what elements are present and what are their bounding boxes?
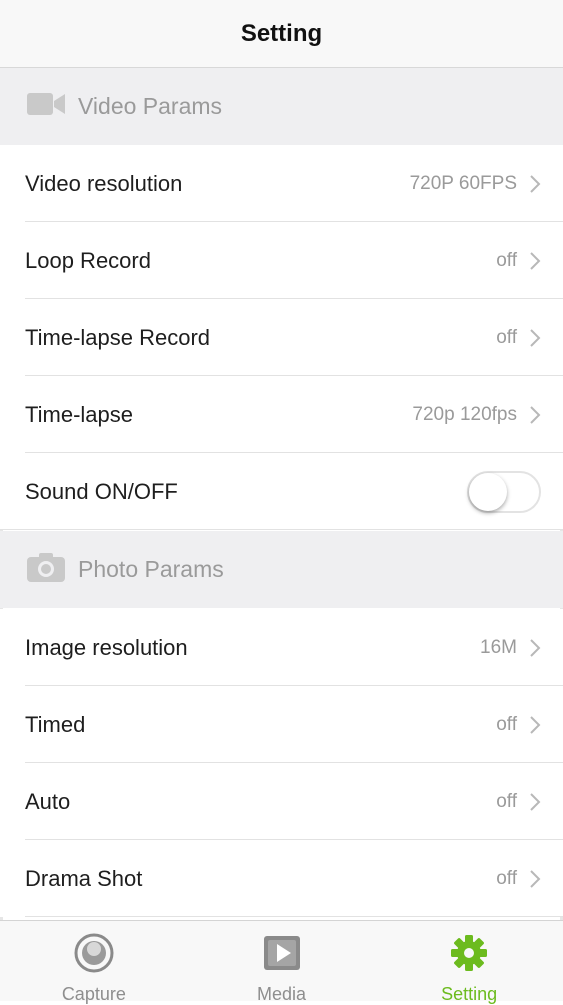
row-value: 720p 120fps xyxy=(412,403,517,425)
row-label: Timed xyxy=(25,711,86,737)
setting-row-time-lapse[interactable]: Time-lapse 720p 120fps xyxy=(0,376,563,453)
setting-row-sound: Sound ON/OFF xyxy=(0,453,563,530)
section-title: Video Params xyxy=(78,93,223,119)
row-value: off xyxy=(496,867,517,889)
camera-icon xyxy=(26,551,66,588)
row-value: off xyxy=(496,249,517,271)
video-camera-icon xyxy=(26,89,66,124)
row-value: 16M xyxy=(480,636,517,658)
row-label: Auto xyxy=(25,788,71,814)
chevron-right-icon xyxy=(530,792,541,811)
row-label: Video resolution xyxy=(25,170,183,196)
setting-row-time-lapse-record[interactable]: Time-lapse Record off xyxy=(0,299,563,376)
row-label: Time-lapse Record xyxy=(25,324,211,350)
row-label: Time-lapse xyxy=(25,401,133,427)
chevron-right-icon xyxy=(530,251,541,270)
page-title: Setting xyxy=(240,19,323,47)
tab-label: Capture xyxy=(61,984,126,1004)
setting-row-drama-shot[interactable]: Drama Shot off xyxy=(0,840,563,917)
chevron-right-icon xyxy=(530,174,541,193)
capture-icon xyxy=(74,933,114,978)
setting-row-image-resolution[interactable]: Image resolution 16M xyxy=(0,609,563,686)
row-value: 720P 60FPS xyxy=(409,172,517,194)
setting-row-auto[interactable]: Auto off xyxy=(0,763,563,840)
media-play-icon xyxy=(262,933,302,978)
tab-bar: Capture Media Setting xyxy=(0,920,563,1004)
section-header-photo-params: Photo Params xyxy=(0,531,563,608)
setting-row-timed[interactable]: Timed off xyxy=(0,686,563,763)
row-value: off xyxy=(496,713,517,735)
row-value: off xyxy=(496,790,517,812)
gear-icon xyxy=(449,933,489,978)
toggle-knob xyxy=(469,472,507,511)
row-label: Sound ON/OFF xyxy=(25,478,178,504)
setting-row-loop-record[interactable]: Loop Record off xyxy=(0,222,563,299)
tab-media[interactable]: Media xyxy=(188,921,376,1004)
tab-label: Setting xyxy=(441,984,498,1004)
tab-setting[interactable]: Setting xyxy=(375,921,563,1004)
tab-capture[interactable]: Capture xyxy=(0,921,188,1004)
section-title: Photo Params xyxy=(78,556,224,582)
chevron-right-icon xyxy=(530,715,541,734)
section-header-video-params: Video Params xyxy=(0,68,563,145)
sound-toggle[interactable] xyxy=(467,470,541,513)
row-label: Drama Shot xyxy=(25,865,143,891)
chevron-right-icon xyxy=(530,405,541,424)
setting-row-video-resolution[interactable]: Video resolution 720P 60FPS xyxy=(0,145,563,222)
row-label: Image resolution xyxy=(25,634,188,660)
row-value: off xyxy=(496,326,517,348)
chevron-right-icon xyxy=(530,638,541,657)
navigation-bar: Setting xyxy=(0,0,563,68)
tab-label: Media xyxy=(256,984,307,1004)
chevron-right-icon xyxy=(530,869,541,888)
chevron-right-icon xyxy=(530,328,541,347)
row-label: Loop Record xyxy=(25,247,151,273)
